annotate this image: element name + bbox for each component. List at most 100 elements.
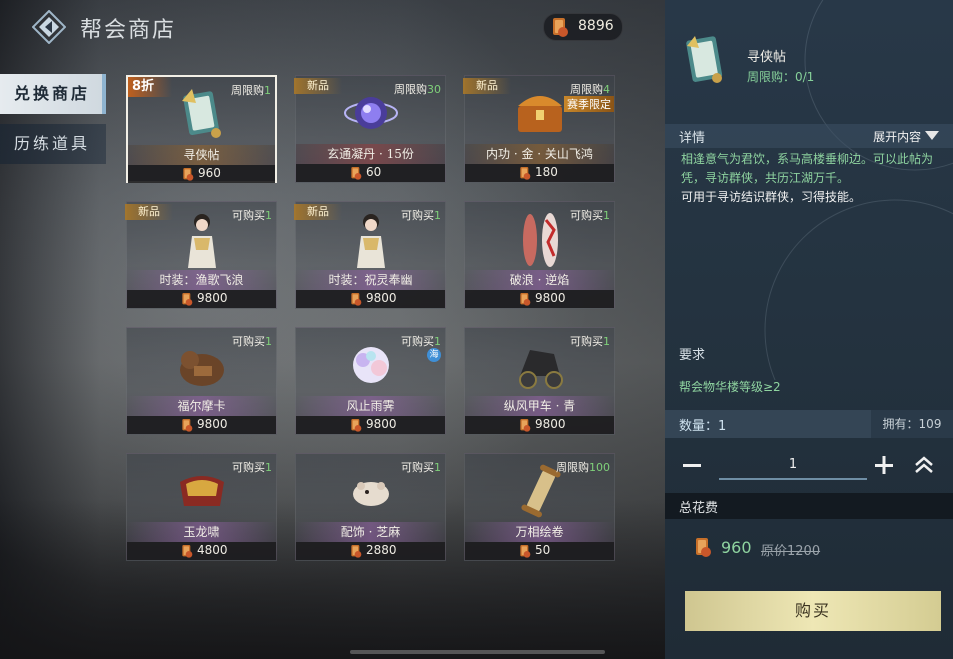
item-price: 9800	[296, 290, 445, 308]
coin-icon	[520, 293, 531, 306]
item-card[interactable]: 可购买1 纵风甲车 · 青 9800	[464, 327, 615, 435]
item-card[interactable]: 新品 周限购30 玄通凝丹 · 15份 60	[294, 75, 446, 183]
surfboard-icon	[510, 210, 570, 268]
limit-label: 可购买	[232, 461, 265, 474]
expand-content-button[interactable]: 展开内容	[873, 128, 939, 145]
item-card[interactable]: 8折 周限购1 寻侠帖 960	[126, 75, 277, 183]
price-value: 9800	[197, 291, 228, 305]
total-cost-header: 总花费	[665, 493, 953, 519]
price-value: 9800	[197, 417, 228, 431]
effect-icon	[341, 336, 401, 394]
hamster-icon	[341, 462, 401, 520]
price-value: 9800	[366, 417, 397, 431]
item-card[interactable]: 可购买1 破浪 · 逆焰 9800	[464, 201, 615, 309]
tab-training-items[interactable]: 历练道具	[0, 124, 106, 164]
scroll-indicator[interactable]	[350, 650, 605, 654]
limit-label: 可购买	[570, 209, 603, 222]
book-icon	[686, 36, 723, 83]
quantity-stepper: 1	[665, 448, 953, 486]
discount-tag: 8折	[128, 77, 172, 97]
item-name: 破浪 · 逆焰	[465, 270, 614, 290]
mount-icon	[172, 336, 232, 394]
item-price: 960	[128, 165, 275, 183]
limit-count: 4	[603, 83, 610, 96]
item-price: 2880	[296, 542, 445, 560]
limit-count: 1	[265, 209, 272, 222]
limit-label: 周限购	[394, 83, 427, 96]
item-card[interactable]: 可购买1 海风止雨霁 9800	[295, 327, 446, 435]
saddle-icon	[172, 462, 232, 520]
sea-badge: 海	[427, 348, 441, 362]
new-tag: 新品	[294, 78, 342, 94]
coin-icon	[351, 419, 362, 432]
tab-exchange-shop[interactable]: 兑换商店	[0, 74, 106, 114]
limit-label: 可购买	[401, 461, 434, 474]
purchase-limit: 周限购100	[556, 459, 610, 475]
total-cost-label: 总花费	[679, 501, 719, 516]
item-card[interactable]: 可购买1 玉龙啸 4800	[126, 453, 277, 561]
purchase-limit: 可购买1	[401, 459, 441, 475]
quantity-input[interactable]: 1	[719, 454, 867, 480]
limit-count: 1	[264, 84, 271, 97]
item-name: 纵风甲车 · 青	[465, 396, 614, 416]
coin-icon	[183, 168, 194, 181]
item-card[interactable]: 新品 可购买1 时装：渔歌飞浪 9800	[125, 201, 277, 309]
coin-icon	[351, 293, 362, 306]
limit-label: 周限购	[556, 461, 589, 474]
limit-label: 可购买	[570, 335, 603, 348]
discounted-cost: 960	[721, 538, 752, 557]
purchase-limit: 可购买1	[570, 207, 610, 223]
new-tag: 新品	[463, 78, 511, 94]
coin-icon	[520, 419, 531, 432]
item-card[interactable]: 可购买1 福尔摩卡 9800	[126, 327, 277, 435]
item-name: 万相绘卷	[465, 522, 614, 542]
page-title: 帮会商店	[80, 18, 177, 43]
book-icon	[172, 85, 232, 143]
purchase-limit: 可购买1	[232, 459, 272, 475]
limit-label: 周限购	[570, 83, 603, 96]
item-price: 4800	[127, 542, 276, 560]
costume-icon	[172, 210, 232, 268]
price-value: 60	[366, 165, 382, 179]
item-card[interactable]: 新品 可购买1 时装：祝灵奉幽 9800	[294, 201, 446, 309]
season-tag: 赛季限定	[564, 96, 614, 112]
item-card[interactable]: 可购买1 配饰 · 芝麻 2880	[295, 453, 446, 561]
item-card[interactable]: 周限购100 万相绘卷 50	[464, 453, 615, 561]
plus-icon[interactable]	[873, 454, 895, 476]
limit-count: 1	[603, 335, 610, 348]
detail-purchase-limit: 周限购：0/1	[747, 70, 815, 84]
coin-icon	[351, 545, 362, 558]
item-price: 9800	[465, 416, 614, 434]
item-name: 玉龙啸	[127, 522, 276, 542]
max-chevron-icon[interactable]	[913, 454, 935, 476]
buy-button[interactable]: 购买	[685, 591, 941, 631]
chest-icon	[510, 84, 570, 142]
purchase-limit: 周限购30	[394, 81, 441, 97]
coin-icon	[182, 545, 193, 558]
limit-count: 30	[427, 83, 441, 96]
owned-count: 拥有：109	[871, 410, 953, 438]
purchase-limit: 可购买1	[401, 333, 441, 349]
item-name: 风止雨霁	[296, 396, 445, 416]
total-cost: 960 原价1200	[665, 528, 953, 574]
price-value: 4800	[197, 543, 228, 557]
limit-count: 1	[265, 335, 272, 348]
limit-count: 1	[434, 335, 441, 348]
details-label: 详情	[679, 131, 706, 146]
item-name: 内功 · 金 · 关山飞鸿	[465, 144, 614, 164]
price-value: 9800	[535, 291, 566, 305]
coin-icon	[696, 538, 711, 557]
price-value: 9800	[366, 291, 397, 305]
purchase-limit: 可购买1	[232, 333, 272, 349]
item-name: 时装：祝灵奉幽	[296, 270, 445, 290]
price-value: 9800	[535, 417, 566, 431]
limit-label: 周限购	[231, 84, 264, 97]
price-value: 50	[535, 543, 551, 557]
minus-icon[interactable]	[681, 454, 703, 476]
currency-display: 8896	[543, 13, 623, 41]
item-name: 福尔摩卡	[127, 396, 276, 416]
item-price: 9800	[127, 416, 276, 434]
item-card[interactable]: 新品 周限购4 赛季限定 内功 · 金 · 关山飞鸿 180	[463, 75, 615, 183]
coin-icon	[520, 545, 531, 558]
back-button[interactable]	[31, 9, 67, 45]
